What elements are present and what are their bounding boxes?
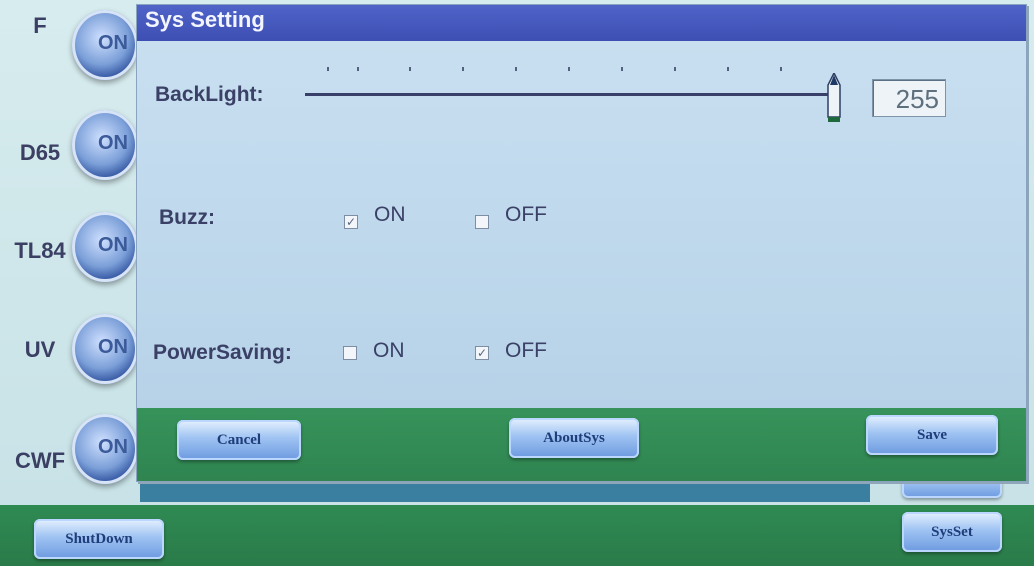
slider-tick	[568, 67, 570, 71]
sysset-button[interactable]: SysSet	[902, 512, 1002, 552]
powersaving-on-label: ON	[373, 339, 405, 362]
slider-tick	[462, 67, 464, 71]
lamp-cwf-on-button[interactable]: ON	[72, 414, 138, 484]
slider-tick	[727, 67, 729, 71]
lamp-button-label: ON	[98, 436, 128, 458]
powersaving-off-checkbox[interactable]: ✓	[475, 346, 489, 360]
backlight-label: BackLight:	[155, 83, 264, 106]
lamp-uv-on-button[interactable]: ON	[72, 314, 138, 384]
slider-tick	[674, 67, 676, 71]
slider-tick	[515, 67, 517, 71]
sys-setting-dialog: Sys Setting BackLight: 255 Buzz: ✓ ON OF…	[136, 4, 1027, 482]
backlight-slider-track[interactable]	[305, 93, 833, 96]
powersaving-label: PowerSaving:	[153, 341, 292, 364]
lamp-button-label: ON	[98, 336, 128, 358]
background-strip	[140, 480, 870, 502]
dialog-title: Sys Setting	[145, 7, 265, 32]
lamp-tl84-on-button[interactable]: ON	[72, 212, 138, 282]
shutdown-button[interactable]: ShutDown	[34, 519, 164, 559]
lamp-button-label: ON	[98, 132, 128, 154]
slider-tick	[327, 67, 329, 71]
backlight-value-field[interactable]: 255	[872, 79, 946, 117]
buzz-off-label: OFF	[505, 203, 547, 226]
lamp-label-d65: D65	[19, 140, 61, 165]
lamp-f-on-button[interactable]: ON	[72, 10, 138, 80]
slider-tick	[357, 67, 359, 71]
lamp-button-label: ON	[98, 234, 128, 256]
lamp-d65-on-button[interactable]: ON	[72, 110, 138, 180]
buzz-on-checkbox[interactable]: ✓	[344, 215, 358, 229]
powersaving-off-label: OFF	[505, 339, 547, 362]
save-button[interactable]: Save	[866, 415, 998, 455]
lamp-label-f: F	[33, 13, 47, 38]
backlight-slider-thumb[interactable]	[827, 73, 841, 123]
lamp-button-label: ON	[98, 32, 128, 54]
lamp-label-cwf: CWF	[14, 448, 66, 473]
slider-tick	[409, 67, 411, 71]
dialog-title-bar: Sys Setting	[137, 5, 1026, 41]
buzz-off-checkbox[interactable]	[475, 215, 489, 229]
cancel-button[interactable]: Cancel	[177, 420, 301, 460]
buzz-label: Buzz:	[159, 206, 215, 229]
buzz-on-label: ON	[374, 203, 406, 226]
lamp-label-tl84: TL84	[14, 238, 66, 263]
aboutsys-button[interactable]: AboutSys	[509, 418, 639, 458]
powersaving-on-checkbox[interactable]	[343, 346, 357, 360]
lamp-label-uv: UV	[24, 337, 56, 362]
slider-tick	[621, 67, 623, 71]
slider-tick	[780, 67, 782, 71]
